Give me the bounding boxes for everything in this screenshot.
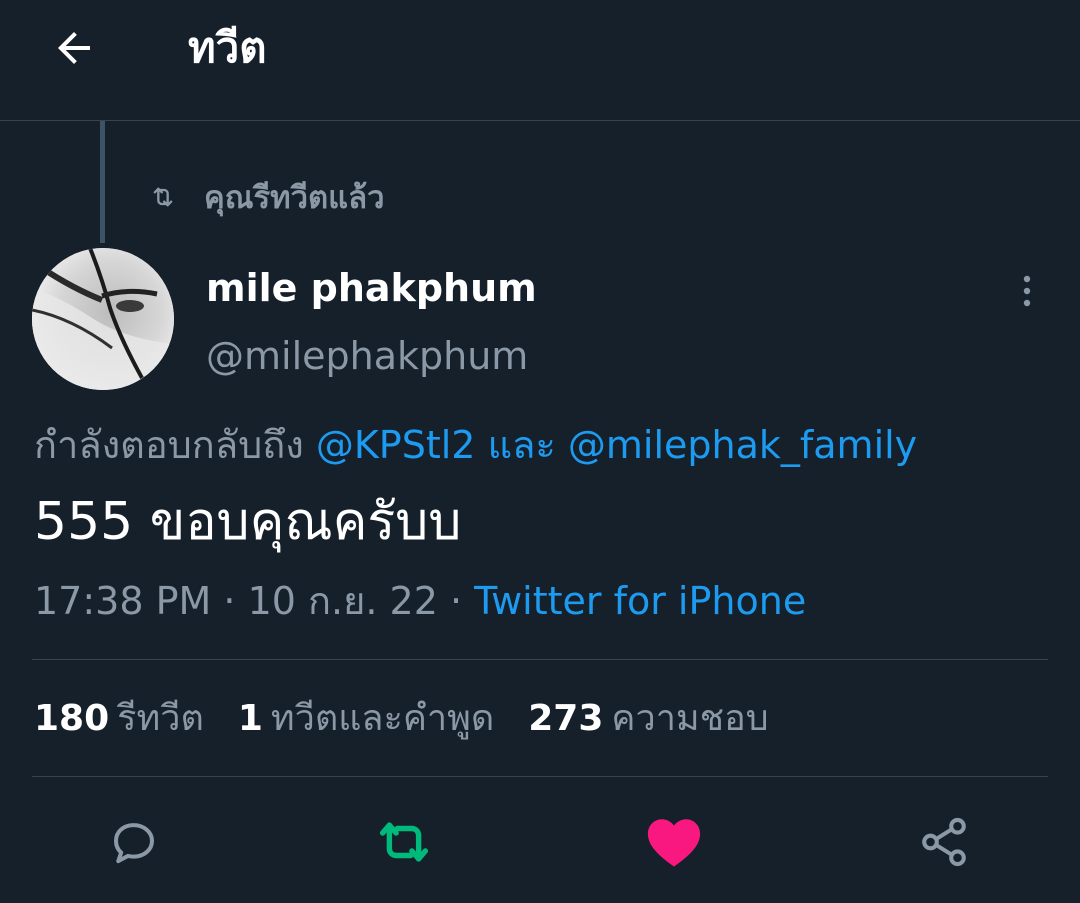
quotes-count: 1 <box>237 698 263 739</box>
retweets-label: รีทวีต <box>117 698 204 739</box>
arrow-left-icon <box>58 32 90 64</box>
share-button[interactable] <box>914 812 974 872</box>
retweet-indicator-label: คุณรีทวีตแล้ว <box>204 180 385 216</box>
tweet-date: 10 ก.ย. 22 <box>247 579 438 623</box>
top-bar: ทวีต <box>0 0 1080 121</box>
quotes-label: ทวีตและคำพูด <box>270 698 495 739</box>
more-vertical-icon <box>1023 275 1031 307</box>
tweet-time: 17:38 PM <box>34 579 212 623</box>
likes-count: 273 <box>528 698 604 739</box>
meta-separator: · <box>223 579 236 623</box>
avatar[interactable] <box>32 248 174 390</box>
mention-link[interactable]: @milephak_family <box>568 423 917 467</box>
page-title: ทวีต <box>188 23 267 72</box>
tweet-text: 555 ขอบคุณครับบ <box>34 492 462 552</box>
divider <box>32 659 1048 660</box>
thread-connector-line <box>100 121 105 243</box>
reply-context: กำลังตอบกลับถึง @KPStl2 และ @milephak_fa… <box>34 418 917 472</box>
quotes-stat[interactable]: 1 ทวีตและคำพูด <box>238 692 494 746</box>
reply-icon <box>113 823 155 864</box>
author-handle[interactable]: @milephakphum <box>206 330 528 382</box>
meta-separator: · <box>449 579 463 623</box>
retweets-stat[interactable]: 180 รีทวีต <box>34 692 204 746</box>
back-button[interactable] <box>44 22 104 74</box>
tweet-detail-screen: ทวีต คุณรีทวีตแล้ว mile phakphum @mileph… <box>0 0 1080 903</box>
divider <box>32 776 1048 777</box>
retweets-count: 180 <box>34 698 110 739</box>
like-button[interactable] <box>644 812 704 872</box>
author-name[interactable]: mile phakphum <box>206 262 537 314</box>
retweet-indicator: คุณรีทวีตแล้ว <box>146 172 385 222</box>
likes-label: ความชอบ <box>611 698 769 739</box>
share-icon <box>922 817 966 867</box>
heart-icon <box>647 819 701 867</box>
reply-context-prefix: กำลังตอบกลับถึง <box>34 423 304 467</box>
retweet-icon <box>379 822 429 862</box>
tweet-meta: 17:38 PM · 10 ก.ย. 22 · Twitter for iPho… <box>34 574 806 628</box>
tweet-source-link[interactable]: Twitter for iPhone <box>474 579 806 623</box>
mention-link[interactable]: @KPStl2 <box>316 423 476 467</box>
reply-button[interactable] <box>104 812 164 872</box>
retweet-button[interactable] <box>374 812 434 872</box>
likes-stat[interactable]: 273 ความชอบ <box>528 692 768 746</box>
retweet-small-icon <box>146 182 180 212</box>
reply-context-conjunction: และ <box>487 423 556 467</box>
more-options-button[interactable] <box>1004 268 1050 314</box>
tweet-stats: 180 รีทวีต 1 ทวีตและคำพูด 273 ความชอบ <box>34 692 803 746</box>
